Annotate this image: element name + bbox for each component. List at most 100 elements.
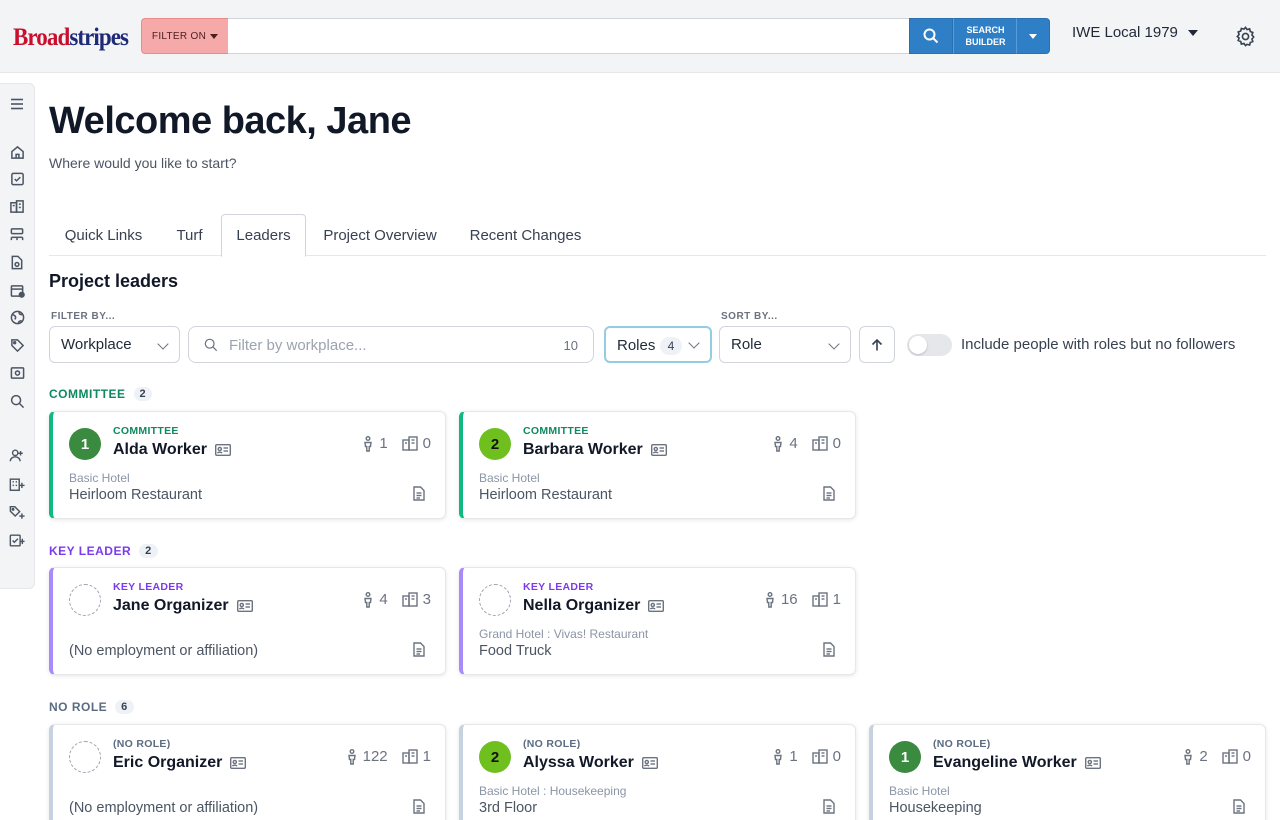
employment-name[interactable]: 3rd Floor [479,800,537,816]
document-icon[interactable] [413,642,425,657]
org-selector[interactable]: IWE Local 1979 [1072,24,1198,41]
document-icon[interactable] [9,254,25,270]
tab-leaders[interactable]: Leaders [221,214,306,257]
workplaces-stat: 1 [401,748,431,765]
search-builder-dropdown[interactable] [1016,18,1050,54]
card-stats: 122 1 [346,748,431,765]
group-count: 2 [133,387,153,401]
person-name[interactable]: Eric Organizer [113,754,247,772]
buildings-icon [811,592,828,607]
card-stats: 1 0 [772,748,841,765]
group-title: KEY LEADER [49,544,132,558]
add-person-icon[interactable] [9,447,25,463]
leader-card[interactable]: 2 COMMITTEE Barbara Worker 4 0 Basic Hot… [459,411,856,519]
followers-count: 1 [379,435,388,452]
filter-on-button[interactable]: FILTER ON [141,18,229,54]
add-task-icon[interactable] [9,532,25,548]
group-title: COMMITTEE [49,387,126,401]
document-icon[interactable] [823,642,835,657]
person-name[interactable]: Nella Organizer [523,597,665,615]
tag-icon[interactable] [9,337,25,353]
calendar-icon[interactable] [9,282,25,298]
buildings-icon [401,749,418,764]
document-icon[interactable] [413,486,425,501]
globe-icon[interactable] [9,309,25,325]
sort-by-label: SORT BY... [721,311,778,322]
followers-count: 122 [362,748,388,765]
employment-parent: Basic Hotel [69,471,130,485]
search-button[interactable] [909,18,953,54]
group-title: NO ROLE [49,700,108,714]
person-name[interactable]: Alyssa Worker [523,754,658,772]
chevron-down-icon [157,338,169,350]
employment-name[interactable]: Food Truck [479,643,552,659]
tab-recent-changes[interactable]: Recent Changes [454,214,597,256]
person-name[interactable]: Evangeline Worker [933,754,1101,772]
employment-name[interactable]: Housekeeping [889,800,982,816]
document-icon[interactable] [1233,799,1245,814]
page-subtitle: Where would you like to start? [49,155,237,171]
buildings-icon [401,436,418,451]
filter-type-select[interactable]: Workplace [49,326,180,363]
id-card-icon[interactable] [9,365,25,381]
person-icon [364,435,373,452]
person-icon [774,748,783,765]
search-icon[interactable] [9,393,25,409]
leader-card[interactable]: 2 (NO ROLE) Alyssa Worker 1 0 Basic Hote… [459,724,856,820]
document-icon[interactable] [823,486,835,501]
leader-card[interactable]: 1 (NO ROLE) Evangeline Worker 2 0 Basic … [869,724,1266,820]
employment-name[interactable]: Heirloom Restaurant [69,487,202,503]
tab-turf[interactable]: Turf [158,214,221,256]
tab-bar: Quick Links Turf Leaders Project Overvie… [49,214,1266,257]
employment-name[interactable]: (No employment or affiliation) [69,643,258,659]
leader-card[interactable]: 1 COMMITTEE Alda Worker 1 0 Basic Hotel … [49,411,446,519]
avatar-number: 1 [80,435,90,453]
person-name-text: Alyssa Worker [523,754,634,771]
avatar: 1 [69,428,101,460]
employment-name[interactable]: Heirloom Restaurant [479,487,612,503]
sort-select[interactable]: Role [719,326,851,363]
card-stats: 4 0 [772,435,841,452]
leader-card[interactable]: (NO ROLE) Eric Organizer 122 1 (No emplo… [49,724,446,820]
filter-type-value: Workplace [61,336,132,353]
employment-name[interactable]: (No employment or affiliation) [69,800,258,816]
buildings-icon[interactable] [9,198,25,214]
filter-on-label: FILTER ON [151,30,207,42]
sort-direction-button[interactable] [859,326,895,363]
tab-project-overview[interactable]: Project Overview [306,214,454,256]
filter-placeholder: Filter by workplace... [229,337,367,354]
role-label: (NO ROLE) [933,738,991,750]
logo[interactable]: Broadstripes [13,24,129,52]
gear-icon[interactable] [1234,25,1257,53]
person-name[interactable]: Alda Worker [113,441,231,459]
search-builder-button[interactable]: SEARCH BUILDER [953,18,1017,54]
add-tag-icon[interactable] [9,504,25,520]
search-input[interactable] [228,18,910,54]
add-building-icon[interactable] [9,476,25,492]
followers-count: 4 [789,435,798,452]
document-icon[interactable] [413,799,425,814]
person-name[interactable]: Barbara Worker [523,441,667,459]
document-icon[interactable] [823,799,835,814]
followers-count: 4 [379,591,388,608]
tab-quick-links[interactable]: Quick Links [49,214,158,256]
role-label: KEY LEADER [523,581,594,593]
org-chart-icon[interactable] [9,226,25,242]
home-icon[interactable] [9,144,25,160]
leader-card[interactable]: KEY LEADER Nella Organizer 16 1 Grand Ho… [459,567,856,675]
person-name-text: Barbara Worker [523,441,643,458]
leader-card[interactable]: KEY LEADER Jane Organizer 4 3 (No employ… [49,567,446,675]
roles-dropdown[interactable]: Roles 4 [604,326,712,363]
include-roles-toggle[interactable] [907,334,952,356]
caret-down-icon [1029,33,1037,39]
card-stats: 1 0 [362,435,431,452]
tasks-icon[interactable] [9,170,25,186]
avatar-number: 1 [900,748,910,766]
group-header-key-leader: KEY LEADER 2 [49,544,158,558]
menu-icon[interactable] [9,96,25,112]
workplace-filter-input[interactable]: Filter by workplace... 10 [188,326,594,363]
avatar: 2 [479,428,511,460]
person-name[interactable]: Jane Organizer [113,597,253,615]
id-card-icon [648,600,665,612]
avatar: 1 [889,741,921,773]
